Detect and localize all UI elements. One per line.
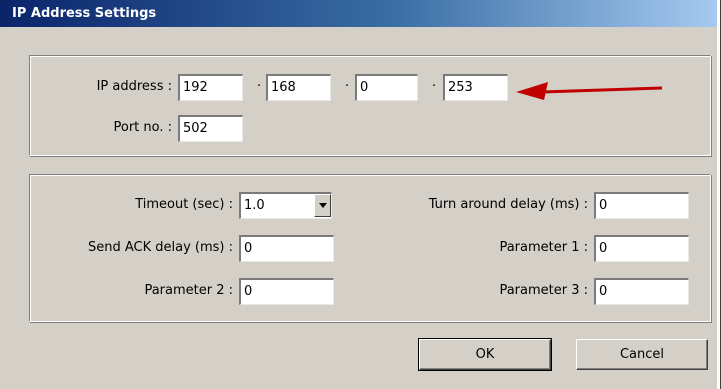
timeout-label: Timeout (sec) : bbox=[135, 197, 233, 212]
cancel-button[interactable]: Cancel bbox=[576, 339, 708, 370]
red-arrow-icon bbox=[516, 82, 663, 100]
timeout-dropdown-button[interactable] bbox=[314, 194, 331, 217]
parameter-2-input[interactable]: 0 bbox=[239, 278, 334, 305]
ip-octet-3-input[interactable]: 0 bbox=[355, 74, 418, 101]
send-ack-delay-label: Send ACK delay (ms) : bbox=[87, 240, 233, 255]
address-group bbox=[29, 55, 711, 156]
turn-around-delay-label: Turn around delay (ms) : bbox=[428, 197, 588, 212]
turn-around-delay-input[interactable]: 0 bbox=[594, 192, 689, 219]
send-ack-delay-input[interactable]: 0 bbox=[239, 235, 334, 262]
timeout-value: 1.0 bbox=[244, 198, 265, 213]
chevron-down-icon bbox=[318, 203, 327, 208]
window-edge bbox=[717, 0, 720, 389]
ip-octet-2-input[interactable]: 168 bbox=[266, 74, 331, 101]
ip-separator: · bbox=[345, 79, 350, 94]
parameter-2-label: Parameter 2 : bbox=[144, 283, 233, 298]
parameter-3-input[interactable]: 0 bbox=[594, 278, 689, 305]
ip-octet-1-input[interactable]: 192 bbox=[178, 74, 243, 101]
parameter-1-input[interactable]: 0 bbox=[594, 235, 689, 262]
ok-button[interactable]: OK bbox=[418, 338, 552, 371]
ip-separator: · bbox=[432, 79, 437, 94]
port-label: Port no. : bbox=[113, 120, 172, 135]
ip-address-settings-dialog: IP Address Settings IP address : 192 · 1… bbox=[0, 0, 721, 389]
ip-separator: · bbox=[257, 79, 262, 94]
ip-address-label: IP address : bbox=[96, 79, 172, 94]
parameter-1-label: Parameter 1 : bbox=[499, 240, 588, 255]
port-input[interactable]: 502 bbox=[178, 115, 243, 142]
window-title: IP Address Settings bbox=[0, 0, 718, 27]
parameter-3-label: Parameter 3 : bbox=[499, 283, 588, 298]
ip-octet-4-input[interactable]: 253 bbox=[443, 74, 508, 101]
timeout-select[interactable]: 1.0 bbox=[239, 192, 332, 219]
